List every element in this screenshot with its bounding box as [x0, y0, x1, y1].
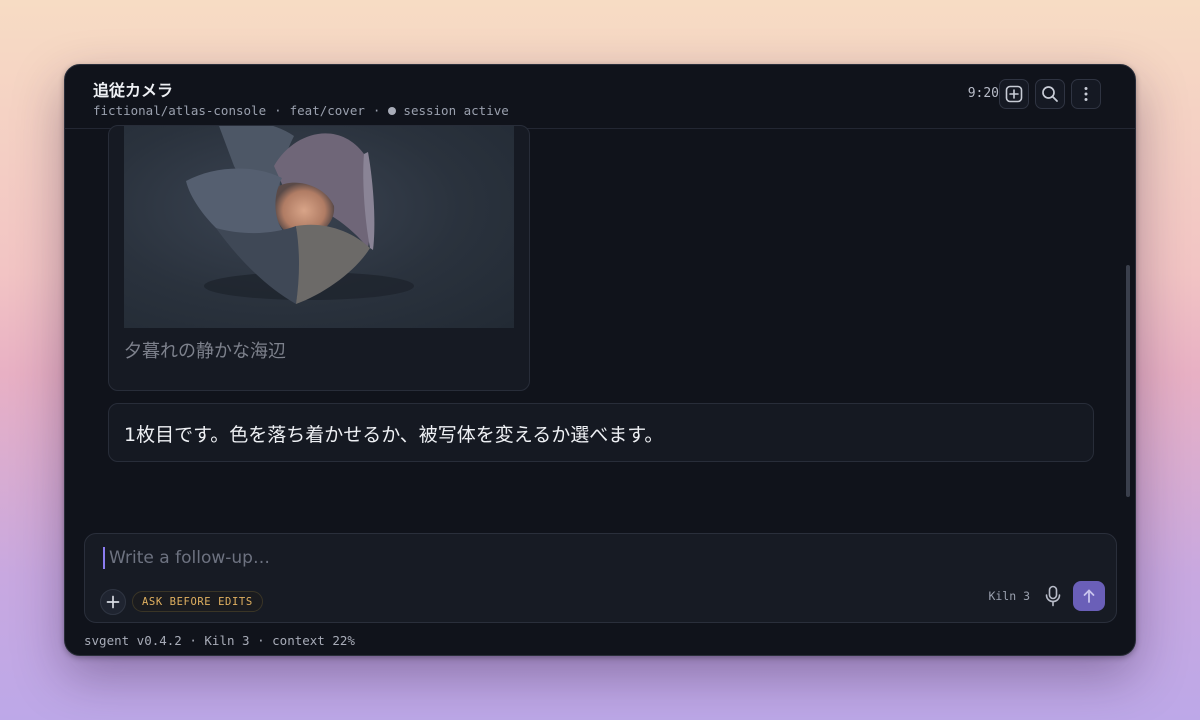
header: 追従カメラ fictional/atlas-console · feat/cov… — [65, 65, 1135, 129]
new-chat-icon — [1005, 85, 1023, 103]
search-icon — [1042, 86, 1058, 102]
assistant-message-text: 1枚目です。色を落ち着かせるか、被写体を変えるか選べます。 — [124, 424, 664, 446]
folded-paper-sculpture-image — [186, 126, 414, 304]
separator: · — [372, 103, 381, 118]
conversation-title: 追従カメラ — [93, 81, 174, 100]
session-status-dot-icon — [388, 106, 397, 115]
more-options-button[interactable] — [1071, 79, 1101, 109]
send-button[interactable] — [1073, 581, 1105, 611]
plus-icon — [106, 595, 120, 609]
mic-icon — [1045, 585, 1061, 607]
model-selector[interactable]: Kiln 3 — [988, 589, 1030, 603]
composer: ASK BEFORE EDITS Kiln 3 — [84, 533, 1117, 623]
clock: 9:20 — [967, 86, 999, 101]
branch-name: feat/cover — [289, 103, 365, 118]
repo-name: fictional/atlas-console — [93, 103, 267, 118]
ask-before-edits-toggle[interactable]: ASK BEFORE EDITS — [132, 591, 263, 612]
arrow-up-icon — [1083, 589, 1095, 603]
search-button[interactable] — [1035, 79, 1065, 109]
more-vertical-icon — [1084, 87, 1088, 101]
session-status: session active — [403, 103, 509, 118]
status-bar: svgent v0.4.2 · Kiln 3 · context 22% — [84, 633, 355, 648]
chat-scrollbar[interactable] — [1126, 265, 1130, 497]
new-chat-button[interactable] — [999, 79, 1029, 109]
session-info: fictional/atlas-console · feat/cover · s… — [93, 103, 509, 118]
text-caret — [103, 547, 105, 569]
add-attachment-button[interactable] — [100, 589, 126, 615]
app-window: 追従カメラ fictional/atlas-console · feat/cov… — [64, 64, 1136, 656]
generated-image[interactable] — [124, 126, 514, 328]
separator: · — [274, 103, 282, 118]
image-caption: 夕暮れの静かな海辺 — [124, 341, 286, 362]
assistant-message: 1枚目です。色を落ち着かせるか、被写体を変えるか選べます。 — [108, 403, 1094, 462]
follow-up-input[interactable] — [109, 543, 709, 573]
image-result-card: 夕暮れの静かな海辺 — [108, 125, 530, 391]
voice-input-button[interactable] — [1042, 584, 1064, 608]
